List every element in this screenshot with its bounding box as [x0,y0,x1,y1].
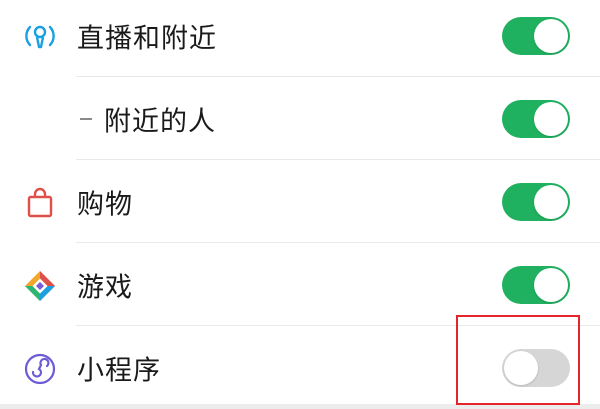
row-people-nearby[interactable]: 附近的人 [0,77,600,160]
mini-program-icon [22,351,58,387]
toggle-knob [534,184,568,219]
games-toggle[interactable] [502,265,570,304]
row-label: 购物 [77,189,133,220]
row-label: 游戏 [77,272,133,303]
people-nearby-toggle[interactable] [502,99,570,138]
row-label: 直播和附近 [77,23,217,54]
row-label: 小程序 [77,355,161,386]
toggle-knob [534,101,568,136]
live-nearby-toggle[interactable] [502,16,570,55]
row-shopping[interactable]: 购物 [0,160,600,243]
toggle-knob [534,18,568,53]
row-live-nearby[interactable]: 直播和附近 [0,0,600,77]
sub-item-dash [80,117,92,120]
game-diamond-icon [22,268,58,304]
toggle-knob [534,267,568,302]
shopping-bag-icon [22,185,58,221]
row-games[interactable]: 游戏 [0,243,600,326]
shopping-toggle[interactable] [502,182,570,221]
row-label: 附近的人 [104,106,216,137]
live-broadcast-icon [22,19,58,55]
red-highlight-box [456,315,580,405]
